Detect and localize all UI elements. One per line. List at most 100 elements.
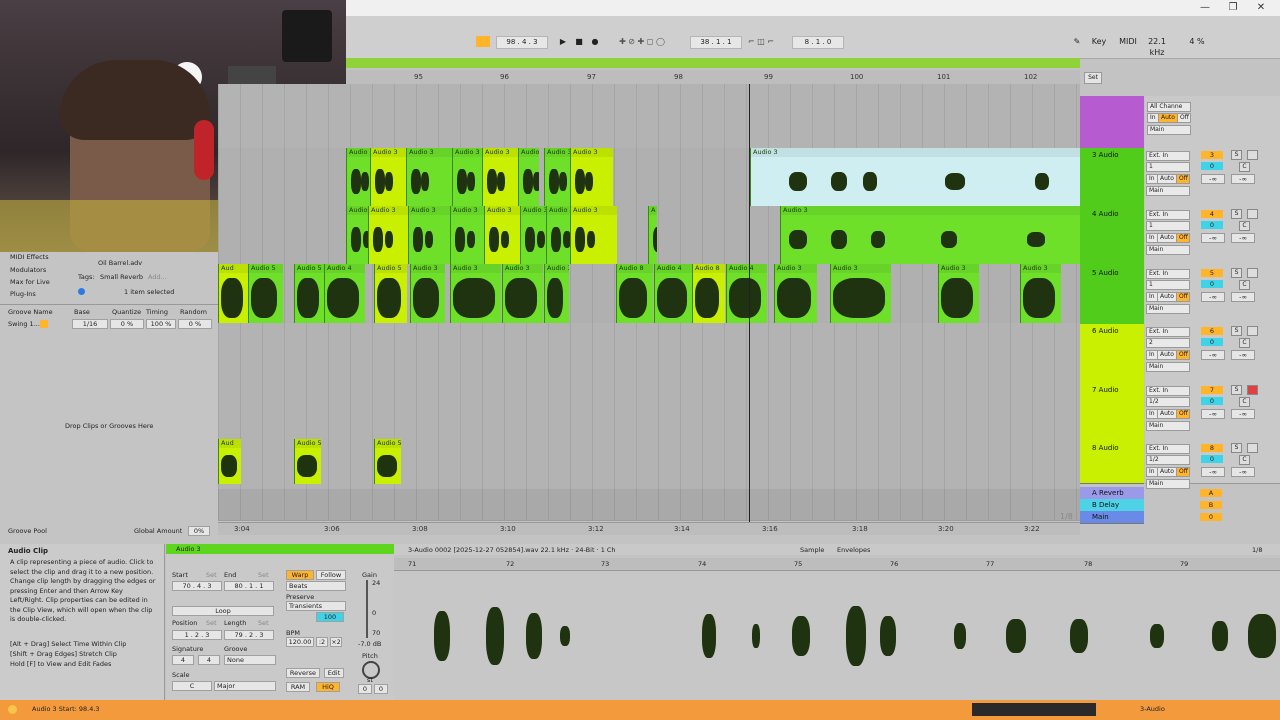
sample-editor[interactable]: 3-Audio 0002 [2025-12-27 052854].wav 22.… — [394, 544, 1280, 700]
audio-clip[interactable]: Audio 3 — [452, 148, 483, 206]
audio-clip[interactable]: Audio 3 — [484, 206, 521, 264]
solo-button[interactable]: S — [1231, 385, 1242, 395]
monitor-off[interactable]: Off — [1176, 174, 1190, 184]
send-b-field[interactable]: -∞ — [1231, 467, 1255, 477]
close-icon[interactable]: ✕ — [1252, 2, 1270, 14]
clip-end[interactable]: 80 . 1 . 1 — [224, 581, 274, 591]
send-b-field[interactable]: -∞ — [1231, 350, 1255, 360]
audio-clip[interactable]: Audio 4 — [726, 264, 767, 323]
audio-clip[interactable]: Audio 3 — [938, 264, 979, 323]
pan-field[interactable]: C — [1239, 221, 1250, 231]
track-header[interactable]: 6 Audio — [1080, 324, 1144, 384]
audio-clip[interactable]: Audio 8 — [616, 264, 653, 323]
monitor-auto[interactable]: Auto — [1157, 409, 1177, 419]
volume-field[interactable]: 0 — [1201, 221, 1223, 229]
audio-clip[interactable]: Audio 3 — [408, 206, 451, 264]
browser-file[interactable]: Oil Barrel.adv — [98, 259, 142, 267]
hot-swap-icon[interactable] — [40, 320, 48, 328]
audio-clip[interactable]: Audio 5 — [294, 264, 325, 323]
input-type-select[interactable]: Ext. In — [1146, 210, 1190, 220]
signature-numerator[interactable]: 4 — [172, 655, 194, 665]
add-tag[interactable]: Add... — [148, 273, 167, 281]
track-name[interactable]: 8 Audio — [1080, 441, 1144, 452]
audio-clip[interactable]: Audio 3 — [780, 206, 1081, 264]
audio-clip[interactable]: Audio 3 — [346, 148, 371, 206]
output-select[interactable]: Main — [1146, 362, 1190, 372]
track-header[interactable]: 7 Audio — [1080, 383, 1144, 442]
hiq-button[interactable]: HiQ — [316, 682, 340, 692]
overdub-icons[interactable]: ✚ ⊘ ✚ ◻ ◯ — [612, 36, 672, 47]
tag-chip[interactable]: Small Reverb — [100, 273, 143, 281]
track-name[interactable]: 7 Audio — [1080, 383, 1144, 394]
punch-icons[interactable]: ⌐ ◫ ⌐ — [744, 36, 778, 47]
clip-position[interactable]: 1 . 2 . 3 — [172, 630, 222, 640]
send-a-field[interactable]: -∞ — [1201, 233, 1225, 243]
return-track-header[interactable]: Main — [1080, 511, 1144, 524]
groove-quantize[interactable]: 0 % — [110, 319, 144, 329]
midi-map-button[interactable]: MIDI — [1118, 36, 1138, 47]
pitch-fine[interactable]: 0 — [374, 684, 388, 694]
play-icon[interactable]: ▶ — [558, 36, 568, 47]
arrangement-overview[interactable] — [346, 58, 1080, 68]
pan-field[interactable]: C — [1239, 162, 1250, 172]
browser-item[interactable]: Max for Live — [10, 278, 50, 286]
clip-start[interactable]: 70 . 4 . 3 — [172, 581, 222, 591]
input-channel-select[interactable]: 1/2 — [1146, 397, 1190, 407]
track-activator[interactable]: 5 — [1201, 269, 1223, 277]
pan-field[interactable]: C — [1239, 397, 1250, 407]
preserve-select[interactable]: Transients — [286, 601, 346, 611]
pan-field[interactable]: C — [1239, 338, 1250, 348]
monitor-off[interactable]: Off — [1176, 233, 1190, 243]
monitor-off[interactable]: Off — [1176, 292, 1190, 302]
restore-icon[interactable]: ❐ — [1224, 2, 1242, 14]
return-track-name[interactable]: Main — [1080, 511, 1144, 521]
audio-clip[interactable]: Audio 3 — [410, 264, 445, 323]
track-lane-7[interactable] — [218, 381, 1080, 440]
output-select[interactable]: Main — [1146, 479, 1190, 489]
global-amount[interactable]: 0% — [188, 526, 210, 536]
track-name[interactable]: 5 Audio — [1080, 266, 1144, 277]
audio-clip[interactable]: Audio 3 — [406, 148, 453, 206]
audio-clip[interactable]: Audio 5 — [374, 439, 401, 484]
time-ruler[interactable]: 3:04 3:06 3:08 3:10 3:12 3:14 3:16 3:18 3:20 3:22 — [218, 522, 1080, 535]
ram-button[interactable]: RAM — [286, 682, 310, 692]
audio-clip[interactable]: Audio 3 — [450, 264, 501, 323]
input-channel-select[interactable]: 1 — [1146, 221, 1190, 231]
send-a-field[interactable]: -∞ — [1201, 409, 1225, 419]
scale-mode[interactable]: Major — [214, 681, 276, 691]
monitor-auto[interactable]: Auto — [1157, 174, 1177, 184]
input-select[interactable]: All Channe — [1147, 102, 1191, 112]
audio-clip[interactable]: Audio 3 — [546, 206, 571, 264]
arm-button[interactable] — [1247, 326, 1258, 336]
audio-clip[interactable]: Audio 3 — [482, 148, 519, 206]
stop-icon[interactable]: ■ — [574, 36, 584, 47]
audio-clip[interactable]: Audio 3 — [518, 148, 539, 206]
playhead[interactable] — [749, 84, 750, 524]
audio-clip[interactable]: Audio 3 — [570, 206, 617, 264]
browser-item[interactable]: MIDI Effects — [10, 253, 49, 261]
preserve-amount[interactable]: 100 — [316, 612, 344, 622]
track-activator[interactable]: 3 — [1201, 151, 1223, 159]
return-activator[interactable]: 0 — [1200, 513, 1222, 521]
half-tempo-button[interactable]: :2 — [316, 637, 328, 647]
volume-field[interactable]: 0 — [1201, 280, 1223, 288]
audio-clip[interactable]: Audio 4 — [654, 264, 693, 323]
track-header[interactable]: 8 Audio — [1080, 441, 1144, 484]
solo-button[interactable]: S — [1231, 209, 1242, 219]
track-name[interactable]: 6 Audio — [1080, 324, 1144, 335]
clip-title-bar[interactable]: Audio 3 — [166, 544, 394, 554]
input-type-select[interactable]: Ext. In — [1146, 327, 1190, 337]
track-header[interactable]: 4 Audio — [1080, 207, 1144, 267]
loop-button[interactable]: Loop — [172, 606, 274, 616]
input-channel-select[interactable]: 1/2 — [1146, 455, 1190, 465]
audio-clip[interactable]: Audio 3 — [450, 206, 485, 264]
audio-clip[interactable]: A — [648, 206, 657, 264]
solo-button[interactable]: S — [1231, 268, 1242, 278]
audio-clip[interactable]: Audio 3 — [544, 148, 571, 206]
monitor-auto[interactable]: Auto — [1157, 292, 1177, 302]
track-lane-8[interactable] — [218, 439, 1080, 490]
audio-clip[interactable]: Audio 3 — [502, 264, 543, 323]
audio-clip[interactable]: Audio 3 — [774, 264, 817, 323]
tab-envelopes[interactable]: Envelopes — [837, 546, 870, 554]
track-activator[interactable]: 7 — [1201, 386, 1223, 394]
